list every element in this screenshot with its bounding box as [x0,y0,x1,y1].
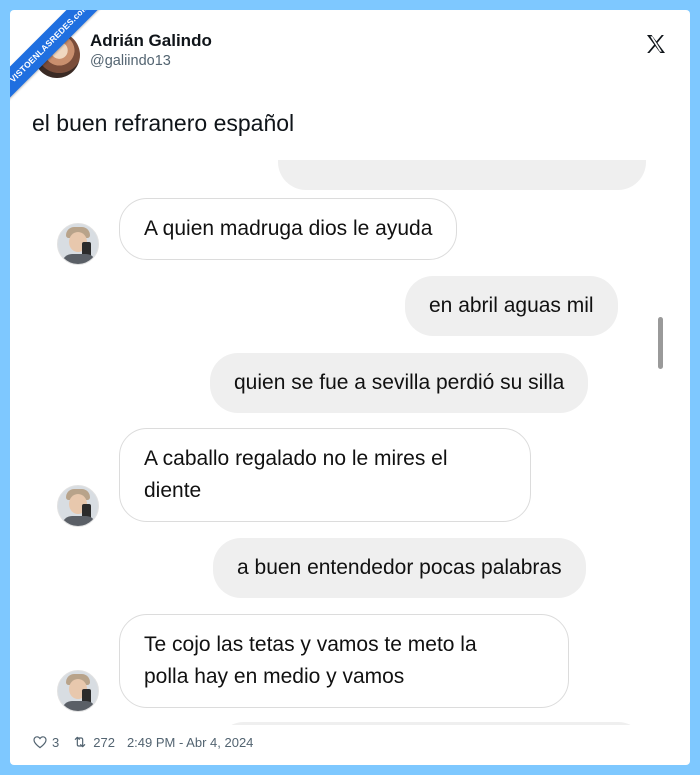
contact-avatar [57,485,99,527]
chat-bubble-received: A caballo regalado no le mires el diente [119,428,531,522]
chat-bubble-received: A quien madruga dios le ayuda [119,198,458,260]
retweet-icon [74,736,86,748]
contact-avatar [57,670,99,712]
chat-bubble-sent: a buen entendedor pocas palabras [213,538,586,598]
chat-bubble-received: Te cojo las tetas y vamos te meto la pol… [119,614,569,708]
chat-bubble-partial-bottom [216,722,646,725]
heart-icon [33,736,47,749]
tweet-footer: 3 272 2:49 PM - Abr 4, 2024 [32,734,265,750]
author-handle[interactable]: @galiindo13 [90,53,171,69]
x-logo-icon[interactable] [644,32,668,56]
tweet-text: el buen refranero español [32,110,295,136]
tweet-card: VISTOENLASREDES.com Adrián Galindo @gali… [10,10,690,765]
like-count[interactable]: 3 [32,734,59,750]
retweet-count[interactable]: 272 [71,734,115,750]
chat-bubble-sent: quien se fue a sevilla perdió su silla [210,353,589,413]
author-name[interactable]: Adrián Galindo [90,31,212,51]
timestamp[interactable]: 2:49 PM - Abr 4, 2024 [127,735,253,750]
chat-scrollbar[interactable] [658,317,663,369]
contact-avatar [57,223,99,265]
chat-screenshot: A quien madruga dios le ayuda en abril a… [10,160,690,725]
chat-bubble-partial-top [278,160,646,190]
retweet-count-label: 272 [93,734,115,750]
like-count-label: 3 [52,734,60,750]
chat-bubble-sent: en abril aguas mil [405,276,618,336]
